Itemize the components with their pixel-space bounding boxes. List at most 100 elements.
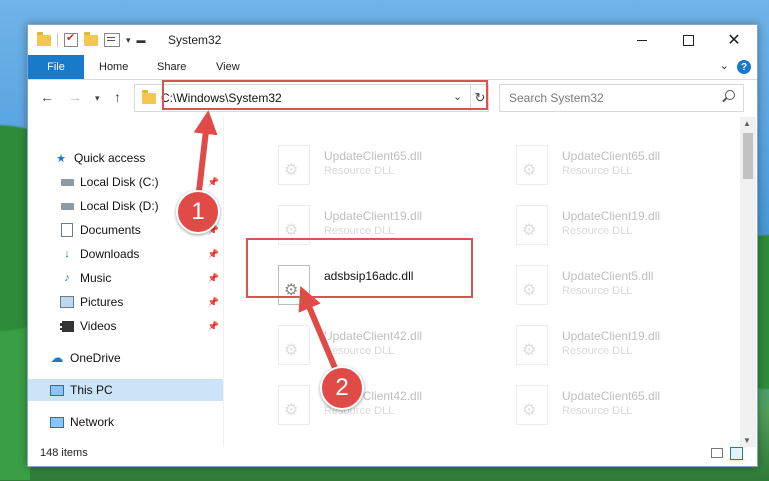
forward-arrow-icon[interactable]: → (68, 89, 82, 105)
pin-icon[interactable]: 📌 (208, 321, 219, 332)
maximize-button[interactable] (665, 25, 711, 55)
music-icon: ♪ (64, 272, 70, 284)
file-item[interactable]: UpdateClient65.dll Resource DLL (492, 379, 712, 431)
pin-icon[interactable]: 📌 (208, 249, 219, 260)
up-arrow-icon[interactable]: ↑ (114, 89, 121, 105)
tab-share[interactable]: Share (157, 55, 186, 79)
quick-access-toolbar: ▾ ▬ (37, 31, 146, 47)
search-box[interactable] (499, 84, 744, 112)
recent-locations-icon[interactable]: ▾ (95, 93, 100, 104)
new-folder-icon[interactable] (84, 31, 98, 46)
file-name: UpdateClient65.dll (562, 149, 661, 163)
pin-icon[interactable]: 📌 (208, 273, 219, 284)
dll-file-icon (516, 325, 548, 365)
callout-badge-one: 1 (176, 190, 220, 234)
dll-file-icon (516, 385, 548, 425)
folder-icon (142, 90, 156, 104)
sidebar-item-music[interactable]: ♪ Music 📌 (28, 267, 223, 289)
sidebar-item-network[interactable]: Network (28, 411, 223, 433)
sidebar-item-label: Downloads (80, 247, 140, 261)
properties-check-icon[interactable] (64, 31, 78, 47)
sidebar-item-pictures[interactable]: Pictures 📌 (28, 291, 223, 313)
caption-buttons: ✕ (619, 25, 757, 55)
disk-icon (60, 200, 74, 213)
pin-icon[interactable]: 📌 (208, 177, 219, 188)
file-type: Resource DLL (562, 405, 633, 417)
folder-icon[interactable] (37, 31, 51, 46)
download-icon: ↓ (64, 248, 70, 260)
pin-icon[interactable]: 📌 (208, 297, 219, 308)
sidebar-item-quick-access[interactable]: ★ Quick access (28, 147, 223, 169)
large-icons-view-icon[interactable] (730, 447, 743, 460)
dll-file-icon (278, 145, 310, 185)
sidebar-item-label: Music (80, 271, 112, 285)
sidebar-item-onedrive[interactable]: ☁ OneDrive (28, 347, 223, 369)
file-name: UpdateClient19.dll (562, 209, 661, 223)
file-name: UpdateClient65.dll (324, 149, 423, 163)
sidebar-item-label: Network (70, 415, 115, 429)
document-icon (60, 223, 74, 237)
file-item[interactable]: UpdateClient42.dllResource DLL (254, 379, 474, 431)
file-item[interactable]: UpdateClient19.dll Resource DLL (492, 199, 712, 251)
sidebar-item-downloads[interactable]: ↓ Downloads 📌 (28, 243, 223, 265)
tab-view[interactable]: View (216, 55, 240, 79)
scrollbar-thumb[interactable] (743, 133, 753, 179)
file-name: UpdateClient42.dll (324, 329, 423, 343)
vertical-scrollbar[interactable]: ▲ ▼ (740, 117, 756, 447)
file-name: UpdateClient19.dll (562, 329, 661, 343)
file-type: Resource DLL (562, 345, 633, 357)
rename-icon[interactable] (104, 33, 120, 47)
navigation-pane: ★ Quick access Local Disk (C:) 📌 Local Disk … (28, 117, 223, 447)
window-title: System32 (168, 33, 222, 47)
ribbon-tabs: File Home Share View ⌄ ? (28, 55, 757, 80)
close-button[interactable]: ✕ (711, 25, 757, 55)
computer-icon (50, 384, 64, 397)
sidebar-item-label: Local Disk (D:) (80, 199, 159, 213)
file-type: Resource DLL (324, 345, 395, 357)
file-item[interactable]: UpdateClient42.dll Resource DLL (254, 319, 474, 371)
file-name: UpdateClient65.dll (562, 389, 661, 403)
dll-file-icon (278, 385, 310, 425)
file-type: Resource DLL (562, 165, 633, 177)
file-highlight-box (246, 238, 473, 298)
file-type: Resource DLL (562, 225, 633, 237)
customize-toolbar-icon[interactable]: ▬ (137, 35, 146, 45)
file-name: UpdateClient5.dll (562, 269, 654, 283)
dll-file-icon (516, 265, 548, 305)
pictures-icon (60, 296, 74, 309)
sidebar-item-this-pc[interactable]: This PC (28, 379, 223, 401)
sidebar-item-label: OneDrive (70, 351, 121, 365)
file-type: Resource DLL (324, 165, 395, 177)
videos-icon (60, 320, 74, 333)
background-palm-left (0, 60, 30, 480)
back-arrow-icon[interactable]: ← (40, 89, 54, 105)
search-icon[interactable] (725, 90, 735, 100)
expand-ribbon-icon[interactable]: ⌄ (720, 59, 729, 72)
callout-badge-two: 2 (320, 366, 364, 410)
sidebar-item-label: Videos (80, 319, 117, 333)
chevron-down-icon[interactable]: ▾ (126, 35, 131, 46)
tab-home[interactable]: Home (99, 55, 128, 79)
file-type: Resource DLL (324, 225, 395, 237)
details-view-icon[interactable] (711, 448, 723, 458)
file-item[interactable]: UpdateClient65.dll Resource DLL (254, 139, 474, 191)
file-item[interactable]: UpdateClient65.dll Resource DLL (492, 139, 712, 191)
sidebar-item-label: Documents (80, 223, 141, 237)
file-name: UpdateClient19.dll (324, 209, 423, 223)
minimize-button[interactable] (619, 25, 665, 55)
help-icon[interactable]: ? (737, 60, 751, 74)
item-count: 148 items (40, 447, 88, 459)
title-bar: ▾ ▬ System32 ✕ (28, 25, 757, 55)
dll-file-icon (516, 145, 548, 185)
tab-file[interactable]: File (28, 55, 84, 79)
scroll-up-icon[interactable]: ▲ (743, 119, 751, 128)
sidebar-item-label: This PC (70, 383, 113, 397)
sidebar-item-label: Local Disk (C:) (80, 175, 159, 189)
sidebar-item-label: Quick access (74, 151, 146, 165)
sidebar-item-label: Pictures (80, 295, 124, 309)
sidebar-item-videos[interactable]: Videos 📌 (28, 315, 223, 337)
search-input[interactable] (500, 85, 721, 111)
cloud-icon: ☁ (50, 350, 64, 365)
file-item[interactable]: UpdateClient19.dll Resource DLL (492, 319, 712, 371)
file-item[interactable]: UpdateClient5.dll Resource DLL (492, 259, 712, 311)
